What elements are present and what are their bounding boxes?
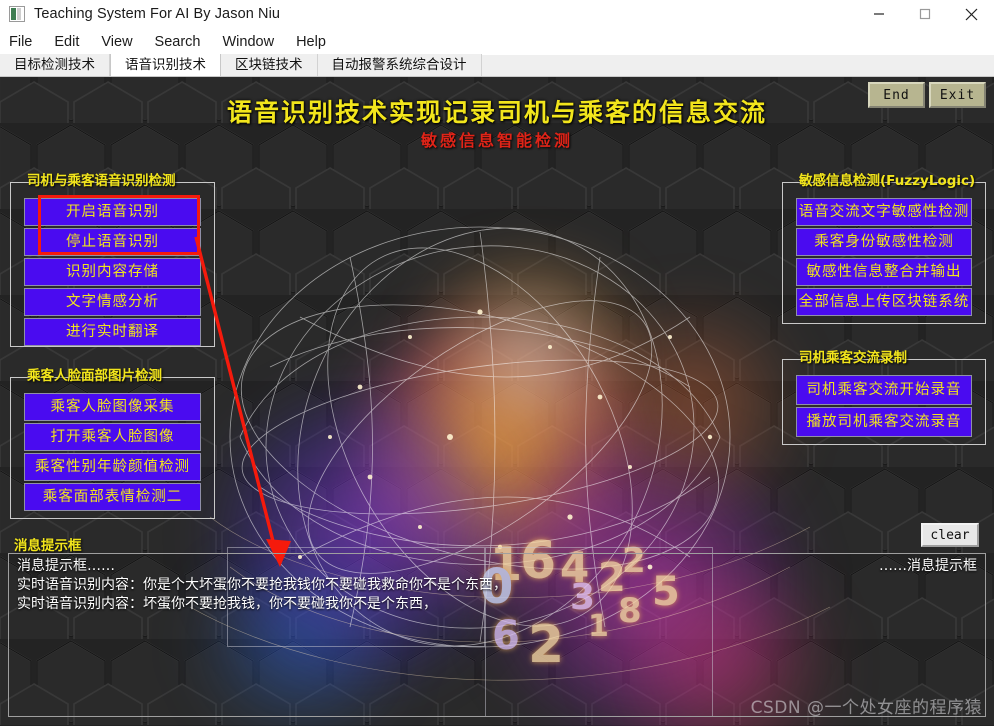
gender-age-beauty-detection-button[interactable]: 乘客性别年龄颜值检测 xyxy=(24,453,201,481)
tab-speech-recognition[interactable]: 语音识别技术 xyxy=(110,54,221,76)
speech-text-sensitivity-button[interactable]: 语音交流文字敏感性检测 xyxy=(796,198,972,226)
tab-blockchain[interactable]: 区块链技术 xyxy=(221,54,318,76)
text-sentiment-analysis-button[interactable]: 文字情感分析 xyxy=(24,288,201,316)
tab-bar: 目标检测技术 语音识别技术 区块链技术 自动报警系统综合设计 xyxy=(0,54,994,77)
button-stack: 乘客人脸图像采集 打开乘客人脸图像 乘客性别年龄颜值检测 乘客面部表情检测二 xyxy=(24,393,201,513)
menu-item-help[interactable]: Help xyxy=(296,34,326,50)
menu-item-window[interactable]: Window xyxy=(223,34,275,50)
clear-button[interactable]: clear xyxy=(921,523,979,547)
tab-object-detection[interactable]: 目标检测技术 xyxy=(0,54,110,76)
upload-to-blockchain-button[interactable]: 全部信息上传区块链系统 xyxy=(796,288,972,316)
sensitive-info-merge-output-button[interactable]: 敏感性信息整合并输出 xyxy=(796,258,972,286)
button-stack: 开启语音识别 停止语音识别 识别内容存储 文字情感分析 进行实时翻译 xyxy=(24,198,201,348)
group-legend: 敏感信息检测(FuzzyLogic) xyxy=(794,172,981,193)
exit-button[interactable]: Exit xyxy=(929,82,986,108)
page-subtitle: 敏感信息智能检测 xyxy=(420,131,573,150)
group-legend: 乘客人脸面部图片检测 xyxy=(22,367,167,388)
watermark: CSDN @一个处女座的程序猿 xyxy=(750,698,982,718)
menu-item-search[interactable]: Search xyxy=(155,34,201,50)
application-window: Teaching System For AI By Jason Niu File… xyxy=(0,0,994,726)
facial-expression-detection-button[interactable]: 乘客面部表情检测二 xyxy=(24,483,201,511)
group-legend: 司机乘客交流录制 xyxy=(794,349,912,370)
menu-bar: File Edit View Search Window Help xyxy=(0,28,994,55)
group-speech-recognition: 司机与乘客语音识别检测 开启语音识别 停止语音识别 识别内容存储 文字情感分析 … xyxy=(10,172,215,347)
capture-passenger-face-button[interactable]: 乘客人脸图像采集 xyxy=(24,393,201,421)
message-right-label: ……消息提示框 xyxy=(879,558,977,574)
button-stack: 语音交流文字敏感性检测 乘客身份敏感性检测 敏感性信息整合并输出 全部信息上传区… xyxy=(796,198,972,318)
group-sensitive-info-detection: 敏感信息检测(FuzzyLogic) 语音交流文字敏感性检测 乘客身份敏感性检测… xyxy=(782,172,986,324)
start-recording-button[interactable]: 司机乘客交流开始录音 xyxy=(796,375,972,405)
close-icon[interactable] xyxy=(948,0,994,28)
message-panel-legend: 消息提示框 xyxy=(14,538,82,554)
group-conversation-recording: 司机乘客交流录制 司机乘客交流开始录音 播放司机乘客交流录音 xyxy=(782,349,986,445)
menu-item-view[interactable]: View xyxy=(101,34,132,50)
maximize-icon[interactable] xyxy=(902,0,948,28)
top-button-bar: End Exit xyxy=(868,82,986,108)
button-stack: 司机乘客交流开始录音 播放司机乘客交流录音 xyxy=(796,375,972,439)
window-controls xyxy=(856,0,994,28)
message-log-text: 消息提示框…… 实时语音识别内容：你是个大坏蛋你不要抢我钱你不要碰我救命你不是个… xyxy=(17,558,507,612)
minimize-icon[interactable] xyxy=(856,0,902,28)
store-recognition-content-button[interactable]: 识别内容存储 xyxy=(24,258,201,286)
group-face-detection: 乘客人脸面部图片检测 乘客人脸图像采集 打开乘客人脸图像 乘客性别年龄颜值检测 … xyxy=(10,367,215,519)
end-button[interactable]: End xyxy=(868,82,925,108)
stop-speech-recognition-button[interactable]: 停止语音识别 xyxy=(24,228,201,256)
open-passenger-face-image-button[interactable]: 打开乘客人脸图像 xyxy=(24,423,201,451)
menu-item-edit[interactable]: Edit xyxy=(54,34,79,50)
page-title: 语音识别技术实现记录司机与乘客的信息交流 xyxy=(226,98,767,127)
start-speech-recognition-button[interactable]: 开启语音识别 xyxy=(24,198,201,226)
realtime-translation-button[interactable]: 进行实时翻译 xyxy=(24,318,201,346)
play-recording-button[interactable]: 播放司机乘客交流录音 xyxy=(796,407,972,437)
main-canvas: 1 6 0 4 2 3 5 8 2 6 1 2 语音识别技术实现记录司机与乘客的… xyxy=(0,77,994,726)
title-bar: Teaching System For AI By Jason Niu xyxy=(0,0,994,28)
app-icon xyxy=(9,6,25,22)
window-title: Teaching System For AI By Jason Niu xyxy=(34,6,281,22)
group-legend: 司机与乘客语音识别检测 xyxy=(22,172,181,193)
passenger-identity-sensitivity-button[interactable]: 乘客身份敏感性检测 xyxy=(796,228,972,256)
tab-alarm-system[interactable]: 自动报警系统综合设计 xyxy=(317,54,482,76)
menu-item-file[interactable]: File xyxy=(9,34,32,50)
